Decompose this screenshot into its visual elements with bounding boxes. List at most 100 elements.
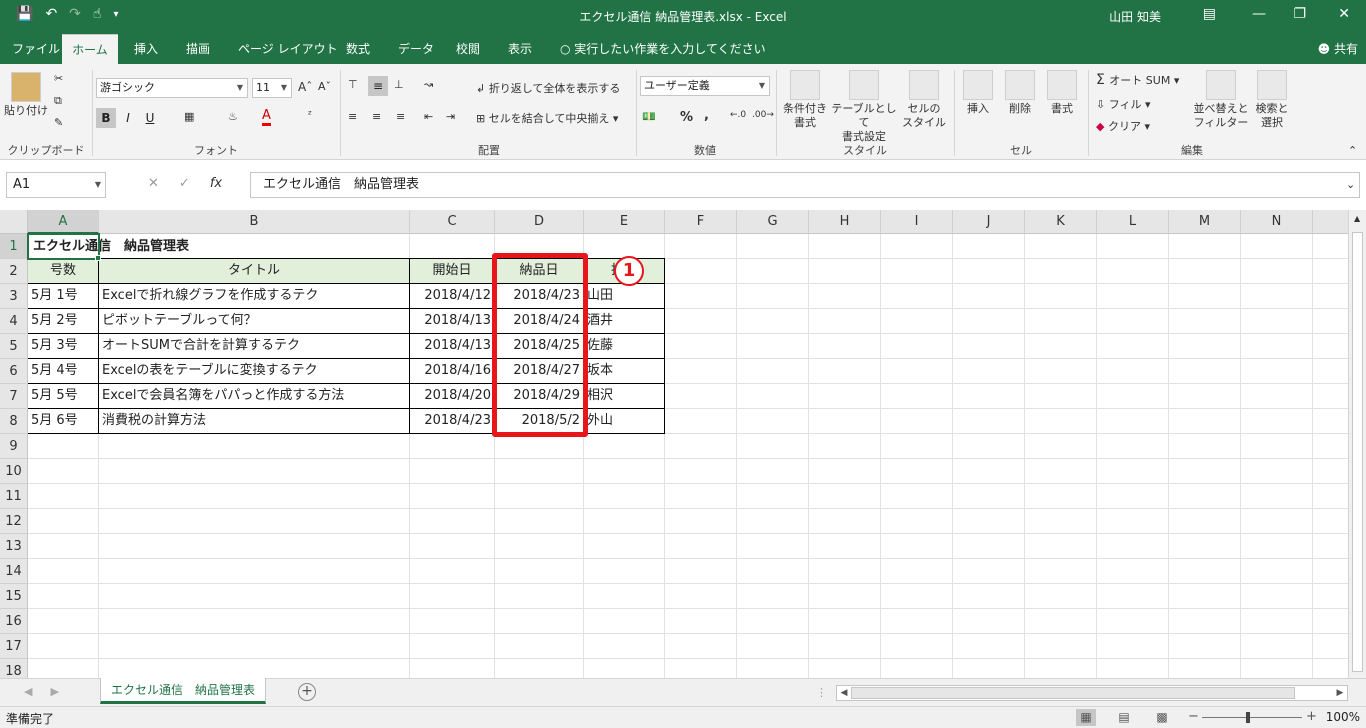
increase-decimal-icon[interactable]: ←.0 — [730, 110, 746, 120]
select-all-corner[interactable] — [0, 210, 28, 234]
row-header-7[interactable]: 7 — [0, 384, 28, 409]
underline-button[interactable]: U — [140, 108, 160, 128]
row-header-17[interactable]: 17 — [0, 634, 28, 659]
expand-formula-icon[interactable]: ⌄ — [1346, 178, 1355, 191]
format-as-table-button[interactable]: テーブルとして 書式設定 — [830, 70, 898, 144]
horizontal-scrollbar[interactable]: ◀ ▶ — [836, 685, 1348, 701]
format-painter-icon[interactable]: ✎ — [54, 116, 63, 129]
column-header-l[interactable]: L — [1097, 210, 1169, 234]
column-header-i[interactable]: I — [881, 210, 953, 234]
table-cell[interactable]: 坂本 — [584, 358, 664, 383]
table-cell[interactable]: 2018/4/23 — [410, 408, 494, 433]
ribbon-display-icon[interactable]: ▤ — [1203, 6, 1216, 22]
horizontal-scroll-thumb[interactable] — [851, 687, 1295, 699]
table-cell[interactable]: 2018/4/16 — [410, 358, 494, 383]
table-cell[interactable]: Excelで折れ線グラフを作成するテク — [99, 283, 409, 308]
row-header-10[interactable]: 10 — [0, 459, 28, 484]
orientation-icon[interactable]: ↝ — [424, 78, 433, 91]
table-cell[interactable]: 5月 4号 — [28, 358, 98, 383]
tab-draw[interactable]: 描画 — [182, 34, 214, 64]
table-cell[interactable]: 2018/4/13 — [410, 308, 494, 333]
tab-home[interactable]: ホーム — [62, 34, 118, 64]
column-header-a[interactable]: A — [28, 210, 99, 234]
scroll-up-icon[interactable]: ▲ — [1354, 214, 1360, 223]
table-cell[interactable]: オートSUMで合計を計算するテク — [99, 333, 409, 358]
tab-data[interactable]: データ — [394, 34, 438, 64]
add-sheet-icon[interactable]: + — [298, 683, 316, 701]
row-header-18[interactable]: 18 — [0, 659, 28, 678]
row-header-5[interactable]: 5 — [0, 334, 28, 359]
scroll-right-icon[interactable]: ▶ — [1333, 686, 1347, 700]
column-header-g[interactable]: G — [737, 210, 809, 234]
column-header-f[interactable]: F — [665, 210, 737, 234]
format-cells-button[interactable]: 書式 — [1042, 70, 1082, 116]
insert-function-icon[interactable]: fx — [210, 176, 222, 191]
insert-cells-button[interactable]: 挿入 — [958, 70, 998, 116]
row-header-12[interactable]: 12 — [0, 509, 28, 534]
formula-input[interactable]: エクセル通信 納品管理表 — [250, 172, 1360, 198]
collapse-ribbon-icon[interactable]: ⌃ — [1348, 144, 1357, 157]
align-left-icon[interactable]: ≡ — [348, 110, 357, 123]
fill-handle[interactable] — [95, 255, 101, 261]
row-header-3[interactable]: 3 — [0, 284, 28, 309]
table-cell[interactable]: 5月 1号 — [28, 283, 98, 308]
table-cell[interactable]: 5月 2号 — [28, 308, 98, 333]
table-cell[interactable]: 山田 — [584, 283, 664, 308]
bold-button[interactable]: B — [96, 108, 116, 128]
table-cell[interactable]: 酒井 — [584, 308, 664, 333]
delete-cells-button[interactable]: 削除 — [1000, 70, 1040, 116]
row-header-4[interactable]: 4 — [0, 309, 28, 334]
column-header-c[interactable]: C — [410, 210, 495, 234]
sort-filter-button[interactable]: 並べ替えと フィルター — [1192, 70, 1250, 130]
zoom-slider-thumb[interactable] — [1246, 712, 1250, 723]
name-box[interactable]: A1 ▼ — [6, 172, 106, 198]
table-cell[interactable]: 5月 3号 — [28, 333, 98, 358]
user-name[interactable]: 山田 知美 — [1109, 8, 1161, 25]
shrink-font-icon[interactable]: Aˇ — [318, 80, 331, 93]
sheet-tab-active[interactable]: エクセル通信 納品管理表 — [100, 678, 266, 704]
table-cell[interactable]: 5月 6号 — [28, 408, 98, 433]
active-cell-a1[interactable] — [27, 233, 100, 260]
zoom-in-icon[interactable]: + — [1306, 709, 1317, 724]
row-header-16[interactable]: 16 — [0, 609, 28, 634]
comma-button[interactable]: , — [704, 108, 709, 123]
column-header-n[interactable]: N — [1241, 210, 1313, 234]
row-header-11[interactable]: 11 — [0, 484, 28, 509]
tab-review[interactable]: 校閲 — [452, 34, 484, 64]
share-button[interactable]: ☻ 共有 — [1318, 34, 1358, 64]
tab-page-layout[interactable]: ページ レイアウト — [234, 34, 342, 64]
font-color-icon[interactable]: A — [262, 108, 271, 126]
currency-icon[interactable]: 💵 — [642, 110, 656, 123]
header-cell-issue[interactable]: 号数 — [28, 258, 98, 283]
normal-view-icon[interactable]: ▦ — [1076, 709, 1096, 726]
table-cell[interactable]: 2018/4/13 — [410, 333, 494, 358]
wrap-text-button[interactable]: ↲ 折り返して全体を表示する — [476, 80, 620, 96]
clear-button[interactable]: ◆ クリア ▾ — [1096, 118, 1150, 134]
column-header-m[interactable]: M — [1169, 210, 1241, 234]
column-header-d[interactable]: D — [495, 210, 584, 234]
table-cell[interactable]: 5月 5号 — [28, 383, 98, 408]
align-center-icon[interactable]: ≡ — [372, 110, 381, 123]
column-header-h[interactable]: H — [809, 210, 881, 234]
copy-icon[interactable]: ⧉ — [54, 94, 62, 108]
table-cell[interactable]: Excelで会員名簿をパパっと作成する方法 — [99, 383, 409, 408]
tell-me-box[interactable]: ○ 実行したい作業を入力してください — [560, 34, 766, 64]
table-cell[interactable]: 2018/4/12 — [410, 283, 494, 308]
table-cell[interactable]: Excelの表をテーブルに変換するテク — [99, 358, 409, 383]
merge-center-button[interactable]: ⊞ セルを結合して中央揃え ▾ — [476, 110, 618, 126]
page-layout-view-icon[interactable]: ▤ — [1114, 709, 1134, 726]
find-select-button[interactable]: 検索と 選択 — [1252, 70, 1292, 130]
align-right-icon[interactable]: ≡ — [396, 110, 405, 123]
close-icon[interactable]: ✕ — [1338, 6, 1350, 22]
percent-button[interactable]: % — [680, 110, 693, 125]
fill-color-icon[interactable]: ♨ — [228, 110, 238, 123]
column-header-e[interactable]: E — [584, 210, 665, 234]
borders-icon[interactable]: ▦ — [184, 110, 194, 123]
fill-button[interactable]: ⇩ フィル ▾ — [1096, 96, 1151, 112]
row-header-2[interactable]: 2 — [0, 259, 28, 284]
tab-file[interactable]: ファイル — [8, 34, 64, 64]
scroll-left-icon[interactable]: ◀ — [837, 686, 851, 700]
zoom-out-icon[interactable]: − — [1188, 709, 1199, 724]
prev-sheet-icon[interactable]: ◀ — [24, 685, 32, 698]
zoom-slider[interactable] — [1202, 717, 1302, 718]
